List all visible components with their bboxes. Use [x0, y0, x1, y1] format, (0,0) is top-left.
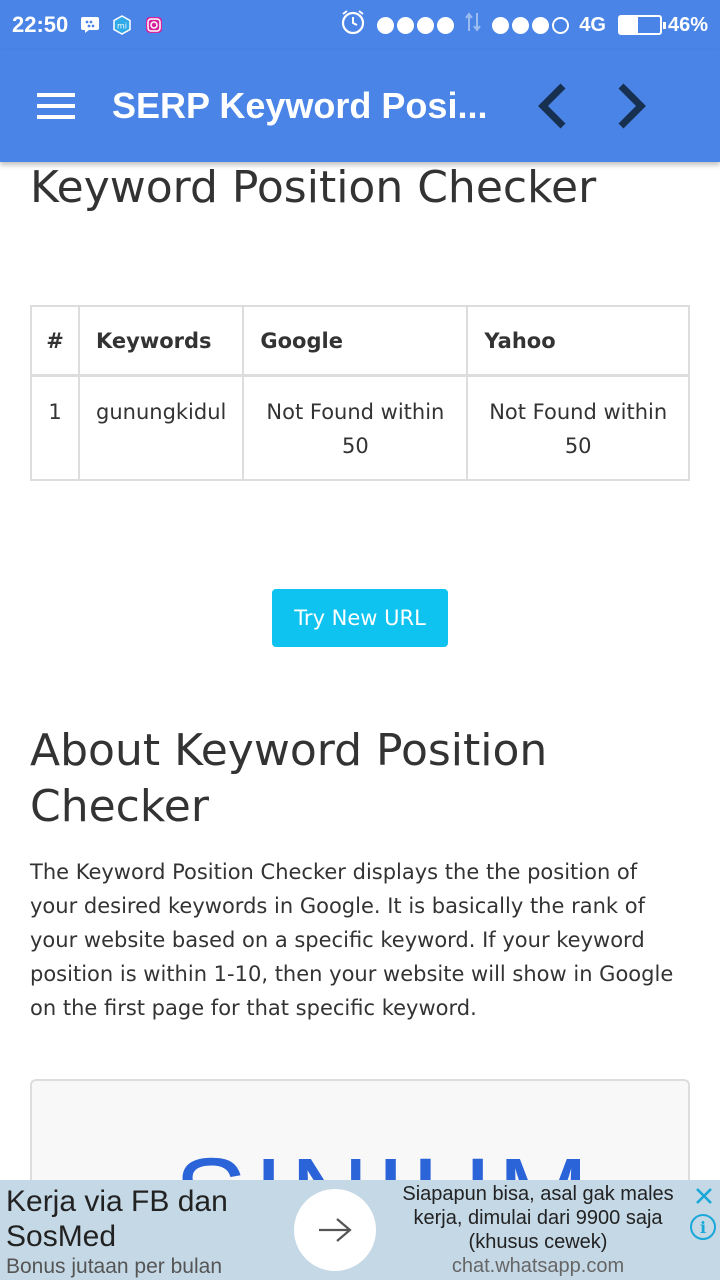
about-heading: About Keyword Position Checker	[30, 724, 548, 832]
row-keyword: gunungkidul	[77, 374, 245, 481]
back-button[interactable]	[512, 50, 592, 162]
app-title: SERP Keyword Posi...	[112, 85, 488, 126]
column-header-yahoo: Yahoo	[466, 304, 690, 377]
data-arrows-icon	[464, 11, 482, 39]
mi-icon: mi	[112, 15, 132, 35]
ad-subtitle: Bonus jutaan per bulan	[6, 1255, 222, 1278]
about-text: The Keyword Position Checker displays th…	[30, 859, 674, 1020]
table-header-row: # Keywords Google Yahoo	[30, 304, 690, 377]
ad-arrow-button[interactable]	[294, 1189, 376, 1271]
battery-icon	[617, 15, 666, 35]
row-number: 1	[30, 374, 80, 481]
signal-dots-icon	[492, 16, 570, 34]
main-content: Keyword Position Checker # Keywords Goog…	[30, 162, 690, 1199]
signal-dots-icon	[377, 16, 455, 34]
column-header-number: #	[30, 304, 80, 377]
menu-icon[interactable]	[0, 50, 112, 162]
bbm-icon	[80, 15, 100, 35]
chevron-left-icon	[538, 83, 566, 129]
alarm-icon	[339, 8, 367, 42]
ad-description-block: Siapapun bisa, asal gak males kerja, dim…	[388, 1182, 688, 1278]
ad-description: Siapapun bisa, asal gak males kerja, dim…	[402, 1183, 674, 1253]
column-header-google: Google	[242, 304, 469, 377]
network-type: 4G	[579, 13, 606, 36]
status-bar: 22:50 mi 4G 46%	[0, 0, 720, 50]
instagram-icon	[144, 15, 164, 35]
try-new-url-button[interactable]: Try New URL	[272, 588, 448, 647]
app-bar: SERP Keyword Posi...	[0, 50, 720, 162]
row-google-result: Not Found within 50	[242, 374, 469, 481]
try-button-wrap: Try New URL	[30, 588, 690, 647]
close-icon	[696, 1188, 712, 1204]
table-row: 1 gunungkidul Not Found within 50 Not Fo…	[30, 374, 690, 481]
ad-title: Kerja via FB dan SosMed	[6, 1185, 228, 1253]
svg-text:mi: mi	[117, 22, 127, 31]
ad-banner[interactable]: Kerja via FB dan SosMed Bonus jutaan per…	[0, 1180, 720, 1280]
arrow-right-icon	[319, 1218, 352, 1242]
row-yahoo-result: Not Found within 50	[466, 374, 690, 481]
ad-url: chat.whatsapp.com	[451, 1255, 625, 1277]
results-table: # Keywords Google Yahoo 1 gunungkidul No…	[30, 304, 690, 481]
forward-button[interactable]	[592, 50, 672, 162]
battery-percent: 46%	[667, 13, 708, 36]
chevron-right-icon	[618, 83, 646, 129]
status-right: 4G 46%	[339, 8, 708, 42]
status-time: 22:50	[12, 12, 69, 37]
page-title: Keyword Position Checker	[30, 162, 597, 213]
ad-text-block: Kerja via FB dan SosMed Bonus jutaan per…	[6, 1184, 286, 1280]
column-header-keywords: Keywords	[77, 304, 245, 377]
info-icon[interactable]: i	[690, 1214, 716, 1240]
ad-close-button[interactable]	[692, 1184, 716, 1208]
